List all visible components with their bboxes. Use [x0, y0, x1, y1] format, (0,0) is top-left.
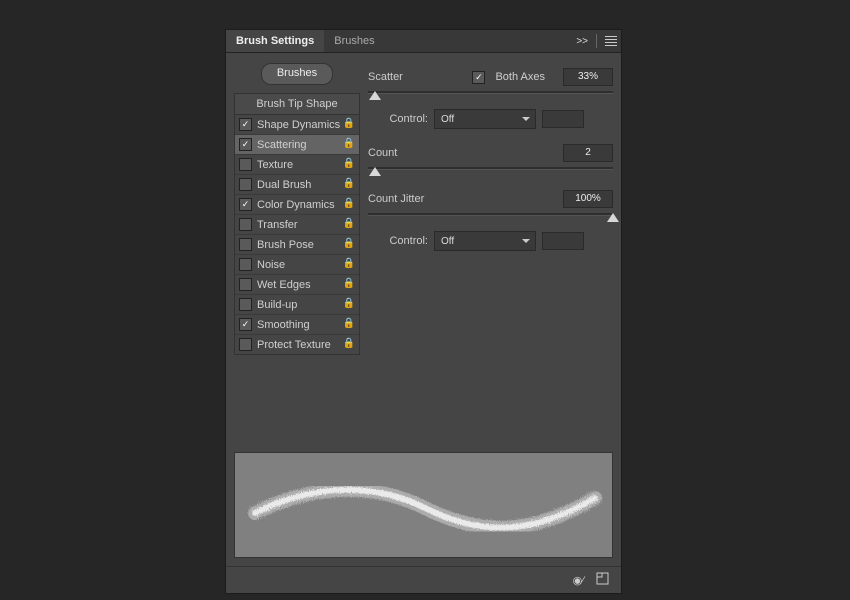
count-label: Count	[368, 147, 563, 159]
tab-brushes[interactable]: Brushes	[324, 30, 384, 52]
count-slider[interactable]	[368, 165, 613, 177]
lock-icon[interactable]: 🔒	[343, 318, 355, 329]
count-jitter-label: Count Jitter	[368, 193, 563, 205]
count-jitter-control-label: Control:	[386, 235, 428, 247]
option-color-dynamics[interactable]: Color Dynamics 🔒	[235, 195, 359, 215]
checkbox-transfer[interactable]	[239, 218, 252, 231]
scatter-value-input[interactable]: 33%	[563, 68, 613, 86]
count-jitter-control-dropdown[interactable]: Off	[434, 231, 536, 251]
option-label: Protect Texture	[257, 339, 331, 351]
lock-icon[interactable]: 🔒	[343, 178, 355, 189]
lock-icon[interactable]: 🔒	[343, 138, 355, 149]
lock-icon[interactable]: 🔒	[343, 158, 355, 169]
brush-settings-panel: Brush Settings Brushes >> Brushes Brush …	[225, 29, 622, 594]
scatter-slider[interactable]	[368, 89, 613, 101]
checkbox-brush-pose[interactable]	[239, 238, 252, 251]
lock-icon[interactable]: 🔒	[343, 118, 355, 129]
panel-footer: ◉∕	[226, 566, 621, 593]
toggle-preview-icon[interactable]: ◉∕	[573, 574, 584, 587]
scatter-control-dropdown[interactable]: Off	[434, 109, 536, 129]
option-label: Smoothing	[257, 319, 310, 331]
option-texture[interactable]: Texture 🔒	[235, 155, 359, 175]
list-header-brush-tip-shape[interactable]: Brush Tip Shape	[235, 94, 359, 115]
tip-options-list: Brush Tip Shape Shape Dynamics 🔒 Scatter…	[234, 93, 360, 355]
count-jitter-control-extra	[542, 232, 584, 250]
option-shape-dynamics[interactable]: Shape Dynamics 🔒	[235, 115, 359, 135]
option-label: Texture	[257, 159, 293, 171]
option-label: Wet Edges	[257, 279, 311, 291]
brushes-button[interactable]: Brushes	[261, 63, 333, 85]
option-label: Noise	[257, 259, 285, 271]
tab-bar: Brush Settings Brushes >>	[226, 30, 621, 53]
option-protect-texture[interactable]: Protect Texture 🔒	[235, 335, 359, 354]
option-label: Shape Dynamics	[257, 119, 340, 131]
scatter-label: Scatter	[368, 71, 472, 83]
collapse-icon[interactable]: >>	[576, 36, 588, 47]
option-label: Dual Brush	[257, 179, 311, 191]
scatter-control-label: Control:	[386, 113, 428, 125]
lock-icon[interactable]: 🔒	[343, 218, 355, 229]
count-jitter-value-input[interactable]: 100%	[563, 190, 613, 208]
checkbox-both-axes[interactable]	[472, 71, 485, 84]
both-axes-label: Both Axes	[495, 71, 545, 83]
lock-icon[interactable]: 🔒	[343, 278, 355, 289]
option-label: Brush Pose	[257, 239, 314, 251]
option-transfer[interactable]: Transfer 🔒	[235, 215, 359, 235]
option-smoothing[interactable]: Smoothing 🔒	[235, 315, 359, 335]
checkbox-wet-edges[interactable]	[239, 278, 252, 291]
checkbox-dual-brush[interactable]	[239, 178, 252, 191]
checkbox-scattering[interactable]	[239, 138, 252, 151]
lock-icon[interactable]: 🔒	[343, 258, 355, 269]
checkbox-protect-texture[interactable]	[239, 338, 252, 351]
separator	[596, 34, 597, 48]
brush-preview	[234, 452, 613, 558]
checkbox-shape-dynamics[interactable]	[239, 118, 252, 131]
option-brush-pose[interactable]: Brush Pose 🔒	[235, 235, 359, 255]
option-label: Build-up	[257, 299, 297, 311]
count-jitter-slider[interactable]	[368, 211, 613, 223]
checkbox-color-dynamics[interactable]	[239, 198, 252, 211]
new-preset-icon[interactable]	[596, 572, 609, 588]
option-noise[interactable]: Noise 🔒	[235, 255, 359, 275]
option-wet-edges[interactable]: Wet Edges 🔒	[235, 275, 359, 295]
option-scattering[interactable]: Scattering 🔒	[235, 135, 359, 155]
lock-icon[interactable]: 🔒	[343, 238, 355, 249]
checkbox-smoothing[interactable]	[239, 318, 252, 331]
panel-menu-icon[interactable]	[605, 34, 617, 48]
tab-brush-settings[interactable]: Brush Settings	[226, 30, 324, 52]
lock-icon[interactable]: 🔒	[343, 338, 355, 349]
count-value-input[interactable]: 2	[563, 144, 613, 162]
option-label: Color Dynamics	[257, 199, 335, 211]
checkbox-build-up[interactable]	[239, 298, 252, 311]
lock-icon[interactable]: 🔒	[343, 298, 355, 309]
option-label: Scattering	[257, 139, 307, 151]
checkbox-noise[interactable]	[239, 258, 252, 271]
checkbox-texture[interactable]	[239, 158, 252, 171]
scatter-control-extra	[542, 110, 584, 128]
option-label: Transfer	[257, 219, 298, 231]
lock-icon[interactable]: 🔒	[343, 198, 355, 209]
option-build-up[interactable]: Build-up 🔒	[235, 295, 359, 315]
option-dual-brush[interactable]: Dual Brush 🔒	[235, 175, 359, 195]
